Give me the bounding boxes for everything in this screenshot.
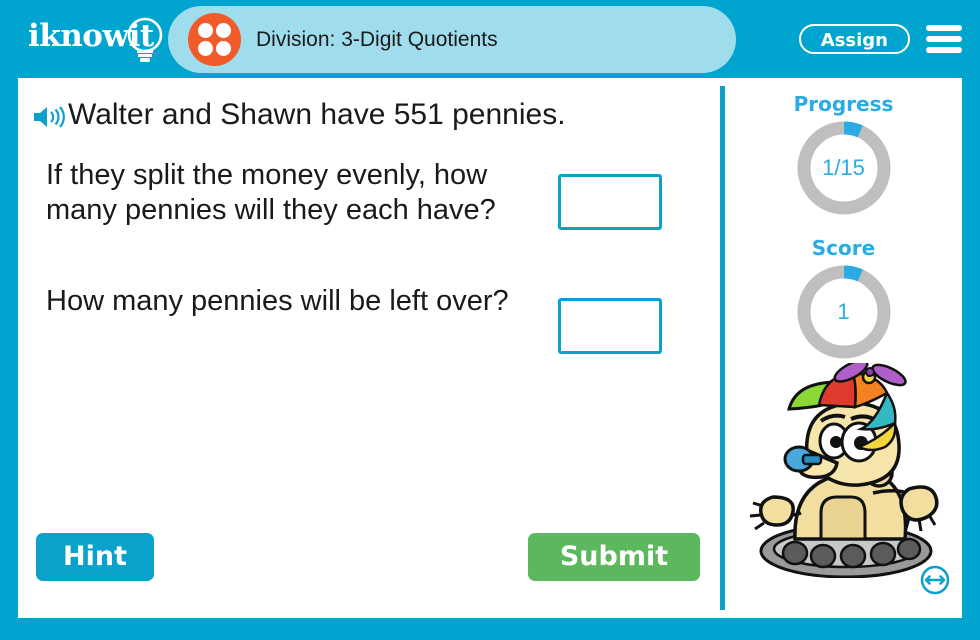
content-area: Walter and Shawn have 551 pennies. If th… [18,78,962,618]
progress-gauge-block: Progress 1/15 [725,92,962,218]
assign-button[interactable]: Assign [798,24,910,54]
hamburger-menu-icon[interactable] [926,23,962,55]
iknowit-logo[interactable]: iknowit [28,14,178,66]
hint-button[interactable]: Hint [36,533,154,581]
score-label: Score [811,236,876,260]
answer-input-2[interactable] [558,298,662,354]
app-window: iknowit Division: 3-Digit Quotients Assi… [0,0,980,640]
menu-bar [926,25,962,31]
logo-text: iknowit [28,18,154,54]
answer-input-1[interactable] [558,174,662,230]
score-value: 1 [837,299,850,324]
four-dot-circle-icon [188,13,241,66]
dot [216,23,231,38]
submit-button[interactable]: Submit [528,533,700,581]
score-gauge: 1 [794,262,894,362]
lesson-title: Division: 3-Digit Quotients [256,28,498,51]
status-sidebar: Progress 1/15 Score 1 [725,78,962,618]
app-header: iknowit Division: 3-Digit Quotients Assi… [0,0,980,78]
speaker-audio-icon[interactable] [32,104,66,130]
dot [198,23,213,38]
question-prompt: Walter and Shawn have 551 pennies. [68,98,566,131]
progress-value: 1/15 [822,155,865,180]
progress-label: Progress [793,92,894,116]
sub-question-text: If they split the money evenly, how many… [46,159,496,226]
menu-bar [926,36,962,42]
sub-question-text: How many pennies will be left over? [46,285,509,317]
menu-bar [926,47,962,53]
dot [198,41,213,56]
progress-gauge: 1/15 [794,118,894,218]
score-gauge-block: Score 1 [725,236,962,362]
lesson-title-panel: Division: 3-Digit Quotients [168,6,736,73]
question-panel: Walter and Shawn have 551 pennies. If th… [18,78,718,618]
robot-mascot-propeller-hat [749,363,939,578]
resize-horizontal-icon[interactable] [920,565,950,595]
dot [216,41,231,56]
